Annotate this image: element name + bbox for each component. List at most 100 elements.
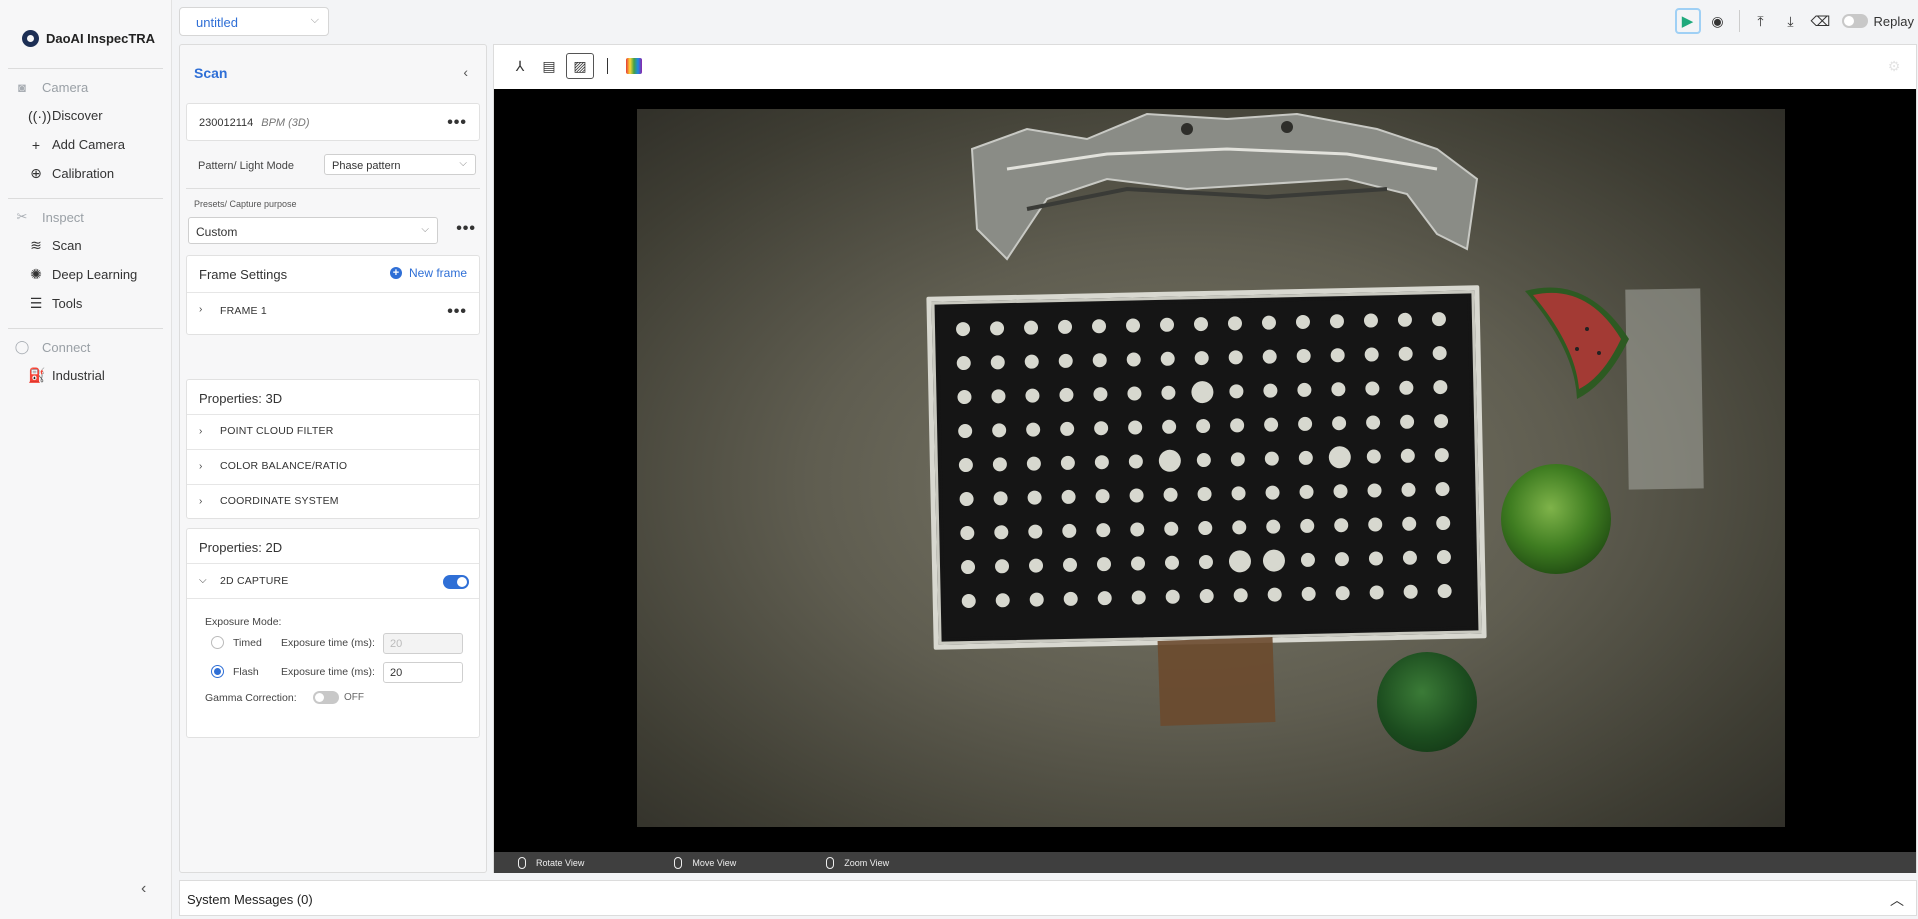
calibration-dot: [1024, 320, 1039, 335]
record-button[interactable]: ◉: [1705, 8, 1731, 34]
3d-view-button[interactable]: ⅄: [506, 53, 534, 79]
2d-capture-toggle[interactable]: [443, 575, 469, 589]
move-view-hint: Move View: [674, 856, 736, 869]
calibration-dot: [1228, 550, 1251, 573]
calibration-dot: [1196, 453, 1211, 468]
calibration-dot: [1161, 385, 1176, 400]
connect-icon: ◯: [14, 339, 30, 354]
calibration-dot: [1131, 590, 1146, 605]
gamma-correction-toggle[interactable]: [313, 691, 339, 704]
upload-button[interactable]: ⤒: [1748, 8, 1774, 34]
eraser-button[interactable]: ⌫: [1808, 8, 1834, 34]
presets-more-icon[interactable]: •••: [456, 221, 476, 237]
timed-radio[interactable]: [211, 636, 224, 649]
color-map-button[interactable]: [620, 53, 648, 79]
watermelon-slice-shape: [1525, 287, 1629, 399]
viewer-toolbar: ⅄ ▤ ▨ ⚙: [494, 45, 1916, 89]
calibration-dot: [1400, 414, 1415, 429]
list-view-button[interactable]: ▤: [535, 53, 563, 79]
calibration-dot-grid: [956, 312, 1452, 609]
dark-green-apple-shape: [1377, 652, 1477, 752]
frame-more-icon[interactable]: •••: [447, 304, 467, 320]
system-messages-bar[interactable]: System Messages (0) ︿: [179, 880, 1917, 916]
presets-select[interactable]: Custom ⌵: [188, 217, 438, 244]
calibration-dot: [1431, 312, 1446, 327]
project-select[interactable]: untitled ⌵: [179, 7, 329, 36]
flash-label: Flash: [233, 666, 259, 678]
chevron-down-icon: ⌵: [310, 14, 319, 26]
mouse-icon: [518, 856, 526, 869]
coordinate-system-row[interactable]: › COORDINATE SYSTEM: [187, 484, 479, 519]
device-more-icon[interactable]: •••: [447, 115, 467, 131]
image-icon: ▨: [573, 57, 587, 74]
sidebar-item-scan[interactable]: ≋ Scan: [0, 231, 171, 260]
calibration-dot: [1262, 349, 1277, 364]
image-view-button[interactable]: ▨: [566, 53, 594, 79]
sidebar-item-tools[interactable]: ☰ Tools: [0, 289, 171, 318]
exposure-time-label: Exposure time (ms):: [281, 666, 375, 678]
sidebar-item-calibration[interactable]: ⊕ Calibration: [0, 159, 171, 188]
calibration-dot: [1436, 550, 1451, 565]
flash-radio[interactable]: [211, 665, 224, 678]
calibration-dot: [1060, 455, 1075, 470]
calibration-dot: [992, 423, 1007, 438]
collapse-sidebar-icon[interactable]: ‹: [141, 880, 146, 898]
collapse-panel-icon[interactable]: ‹: [463, 64, 468, 80]
pattern-select[interactable]: Phase pattern ⌵: [324, 154, 476, 175]
new-frame-button[interactable]: + New frame: [389, 266, 467, 280]
flash-exposure-input[interactable]: 20: [383, 662, 463, 683]
calibration-dot: [1230, 452, 1245, 467]
calibration-dot: [1128, 454, 1143, 469]
calibration-dot: [1301, 586, 1316, 601]
calibration-dot: [1364, 347, 1379, 362]
2d-capture-row[interactable]: ⌵ 2D CAPTURE: [187, 563, 479, 598]
properties-2d-card: Properties: 2D ⌵ 2D CAPTURE Exposure Mod…: [186, 528, 480, 738]
calibration-dot: [1400, 448, 1415, 463]
panel-title: Scan: [194, 65, 228, 81]
exposure-mode-label: Exposure Mode:: [205, 616, 282, 628]
replay-toggle[interactable]: [1841, 14, 1868, 28]
calibration-dot: [1093, 387, 1108, 402]
calibration-dot: [1058, 353, 1073, 368]
sidebar-item-add-camera[interactable]: + Add Camera: [0, 130, 171, 159]
calibration-dot: [1402, 550, 1417, 565]
toolbar-divider: [607, 58, 608, 74]
chevron-down-icon: ⌵: [459, 158, 467, 169]
calibration-dot: [1026, 422, 1041, 437]
sidebar-item-discover[interactable]: ((·)) Discover: [0, 101, 171, 130]
calibration-dot: [1198, 521, 1213, 536]
industrial-icon: ⛽: [28, 367, 46, 383]
calibration-dot: [990, 321, 1005, 336]
download-icon: ⤓: [1787, 12, 1794, 29]
device-card: 230012114 BPM (3D) •••: [186, 103, 480, 141]
sidebar-section-camera: ◙ Camera: [0, 73, 171, 101]
color-balance-row[interactable]: › COLOR BALANCE/RATIO: [187, 449, 479, 484]
system-messages-label: System Messages (0): [187, 892, 313, 907]
calibration-dot: [1094, 455, 1109, 470]
green-apple-shape: [1501, 464, 1611, 574]
point-cloud-filter-row[interactable]: › POINT CLOUD FILTER: [187, 414, 479, 449]
calibration-dot: [993, 491, 1008, 506]
presets-label: Presets/ Capture purpose: [194, 199, 297, 209]
sidebar-item-deep-learning[interactable]: ✺ Deep Learning: [0, 260, 171, 289]
list-icon: ▤: [542, 57, 556, 74]
calibration-dot: [1365, 381, 1380, 396]
calibration-dot: [1197, 487, 1212, 502]
replay-label: Replay: [1873, 13, 1914, 29]
chevron-up-icon[interactable]: ︿: [1890, 890, 1904, 910]
sidebar-item-industrial[interactable]: ⛽ Industrial: [0, 361, 171, 390]
viewer-settings-button[interactable]: ⚙: [1880, 53, 1908, 79]
calibration-icon: ⊕: [30, 165, 42, 181]
timed-exposure-input[interactable]: 20: [383, 633, 463, 654]
image-canvas[interactable]: [494, 89, 1916, 852]
calibration-dot: [1191, 381, 1214, 404]
play-button[interactable]: ▶: [1674, 8, 1701, 34]
frame-row[interactable]: › FRAME 1 •••: [187, 292, 479, 327]
chevron-right-icon: ›: [199, 304, 203, 315]
calibration-dot: [1126, 352, 1141, 367]
calibration-dot: [1263, 383, 1278, 398]
chevron-down-icon: ⌵: [421, 224, 429, 235]
divider: [187, 598, 479, 599]
calibration-dot: [1058, 319, 1073, 334]
download-button[interactable]: ⤓: [1778, 8, 1804, 34]
